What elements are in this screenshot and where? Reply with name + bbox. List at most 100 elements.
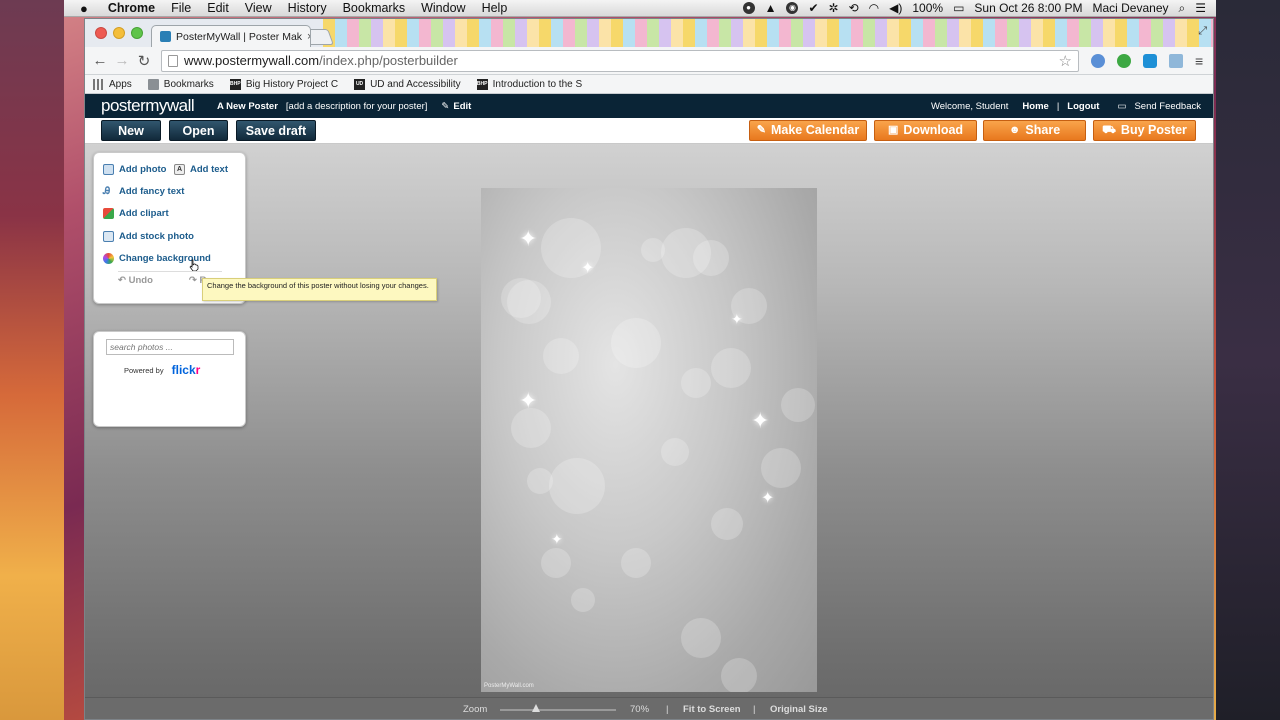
menu-edit[interactable]: Edit [199,1,237,15]
bokeh-circle [571,588,595,612]
tab-active[interactable]: PosterMyWall | Poster Mak × [151,25,311,47]
buy-poster-button[interactable]: ⛟ Buy Poster [1093,120,1196,141]
site-header: postermywall A New Poster [add a descrip… [85,94,1213,118]
zoom-window-button[interactable] [131,27,143,39]
bokeh-circle [781,388,815,422]
extension-evernote-icon[interactable] [1117,53,1131,68]
send-feedback-link[interactable]: Send Feedback [1134,101,1201,112]
address-bar[interactable]: www.postermywall.com/index.php/posterbui… [161,49,1079,72]
bookmark-introduction[interactable]: BHP Introduction to the S [469,78,591,90]
search-photos-input[interactable] [106,339,234,355]
original-size-button[interactable]: Original Size [770,704,828,715]
check-icon[interactable]: ✔ [808,1,818,15]
forward-icon[interactable]: → [111,52,133,69]
user-name[interactable]: Maci Devaney [1092,1,1168,15]
share-person-icon: ☻ [1008,124,1021,136]
status-icon-1[interactable]: ● [742,2,755,14]
make-calendar-button[interactable]: ✎ Make Calendar [749,120,867,141]
sync-icon[interactable]: ✲ [829,1,839,15]
bokeh-circle [661,438,689,466]
logout-link[interactable]: Logout [1067,101,1099,112]
volume-icon[interactable]: ◀) [889,1,902,15]
undo-button[interactable]: ↶ Undo [118,275,153,286]
chrome-menu-icon[interactable]: ≡ [1195,53,1203,69]
home-link[interactable]: Home [1022,101,1048,112]
tab-strip-theme [323,19,1213,47]
edit-link[interactable]: Edit [453,101,471,112]
close-window-button[interactable] [95,27,107,39]
header-separator: | [1056,100,1060,112]
bookmark-folder[interactable]: Bookmarks [140,78,222,90]
menu-help[interactable]: Help [474,1,516,15]
mac-menu-bar: ● Chrome File Edit View History Bookmark… [64,0,1216,17]
reload-icon[interactable]: ↻ [133,52,155,70]
page-icon [168,54,178,67]
bhp-icon-2: BHP [476,78,488,90]
zoom-slider-track[interactable] [500,709,616,711]
spotlight-search-icon[interactable]: ⌕ [1179,1,1186,16]
cart-icon: ⛟ [1102,124,1116,136]
extension-phone-icon[interactable] [1091,53,1105,68]
add-text-tool[interactable]: A Add text [174,164,228,175]
menu-bookmarks[interactable]: Bookmarks [335,1,414,15]
battery-percent[interactable]: 100% [912,1,943,15]
poster-description[interactable]: [add a description for your poster] [286,101,428,112]
bookmark-star-icon[interactable]: ☆ [1059,52,1072,70]
welcome-text: Welcome, Student [930,100,1009,112]
zoom-separator-2: | [753,704,756,715]
bokeh-circle [761,448,801,488]
browser-toolbar: ← → ↻ www.postermywall.com/index.php/pos… [85,47,1213,75]
bokeh-circle [543,338,579,374]
menu-history[interactable]: History [280,1,335,15]
record-icon[interactable]: ◉ [786,2,799,14]
url-domain: www.postermywall.com [184,53,320,68]
add-fancy-text-tool[interactable]: Ꭿ Add fancy text [103,186,184,197]
share-button[interactable]: ☻ Share [983,120,1086,141]
add-stock-photo-tool[interactable]: Add stock photo [103,231,194,242]
alert-icon[interactable]: ▲ [765,1,777,15]
site-logo[interactable]: postermywall [85,96,209,116]
clipart-icon [103,208,114,219]
apple-icon[interactable]: ● [64,1,100,16]
extension-d-icon[interactable] [1143,53,1157,68]
undo-redo-row: ↶ Undo ↷ R [118,275,206,286]
sparkle-icon: ✦ [751,408,770,433]
bokeh-circle [721,658,757,692]
fullscreen-icon[interactable]: ⤢ [1198,25,1207,38]
save-draft-button[interactable]: Save draft [236,120,316,141]
back-icon[interactable]: ← [89,52,111,69]
bookmark-ud-accessibility[interactable]: UD UD and Accessibility [346,78,469,90]
minimize-window-button[interactable] [113,27,125,39]
add-clipart-tool[interactable]: Add clipart [103,208,169,219]
bokeh-circle [549,458,605,514]
hand-cursor-icon [189,259,199,271]
edit-pencil-icon[interactable]: ✎ [441,101,449,112]
bookmark-big-history[interactable]: BHP Big History Project C [222,78,346,90]
flickr-logo[interactable]: flickr [172,363,201,377]
menu-view[interactable]: View [237,1,280,15]
bokeh-circle [681,618,721,658]
notification-center-icon[interactable]: ☰ [1195,1,1206,15]
time-machine-icon[interactable]: ⟲ [849,1,859,15]
bookmark-apps[interactable]: Apps [85,78,140,90]
wifi-icon[interactable]: ◠ [869,1,879,15]
fit-to-screen-button[interactable]: Fit to Screen [683,704,741,715]
battery-icon[interactable]: ▭ [953,1,964,15]
clock[interactable]: Sun Oct 26 8:00 PM [974,1,1082,15]
close-tab-icon[interactable]: × [307,31,310,43]
menu-window[interactable]: Window [413,1,473,15]
zoom-slider-thumb[interactable] [532,704,540,712]
extension-pen-icon[interactable] [1169,53,1183,68]
new-button[interactable]: New [101,120,161,141]
url-path: /index.php/posterbuilder [319,53,458,68]
desktop-wallpaper-right [1216,0,1280,720]
redo-icon: ↷ [188,275,200,286]
add-photo-tool[interactable]: Add photo [103,164,166,175]
poster-name[interactable]: A New Poster [217,101,278,112]
poster-canvas[interactable]: ✦ ✦ ✦ ✦ ✦ ✦ ✦ PosterMyWall.com [481,188,817,692]
download-button[interactable]: ▣ Download [874,120,977,141]
open-button[interactable]: Open [169,120,228,141]
menu-app-name[interactable]: Chrome [100,1,163,15]
feedback-icon[interactable]: ▭ [1117,101,1126,112]
menu-file[interactable]: File [163,1,199,15]
